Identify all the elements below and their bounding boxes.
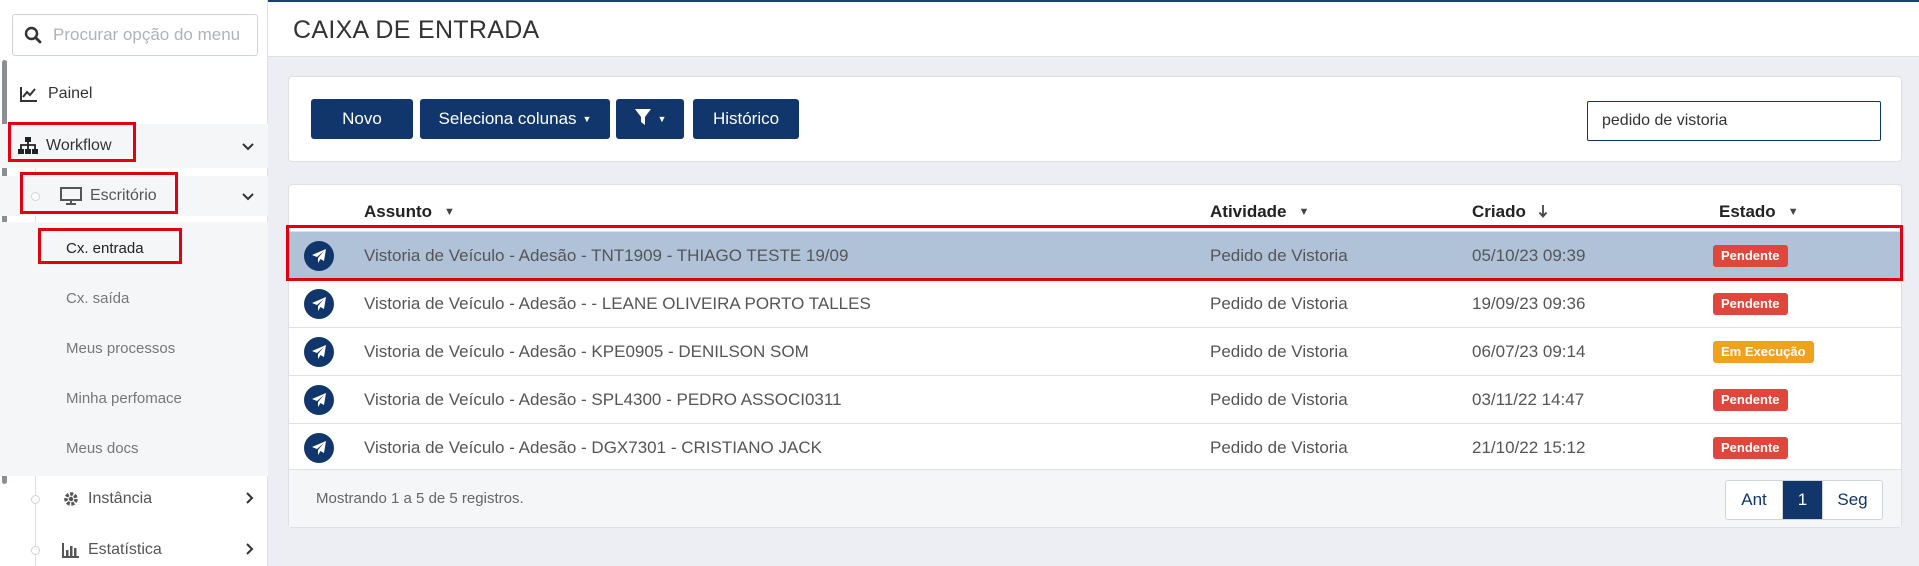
column-header-label: Criado (1472, 202, 1526, 221)
chevron-down-icon (242, 138, 254, 154)
table-row[interactable]: Vistoria de Veículo - Adesão - SPL4300 -… (289, 375, 1901, 423)
row-icon-cell (303, 280, 335, 328)
table-footer: Mostrando 1 a 5 de 5 registros. Ant 1 Se… (289, 469, 1901, 527)
cell-atividade: Pedido de Vistoria (1210, 438, 1348, 457)
submenu-item-meus-processos[interactable]: Meus processos (66, 340, 175, 357)
sidebar-item-label: Estatística (88, 541, 162, 558)
row-icon-cell (303, 328, 335, 376)
paper-plane-icon (304, 433, 334, 463)
pagination: Ant 1 Seg (1725, 480, 1883, 520)
row-icon-cell (303, 376, 335, 424)
cell-estado: Pendente (1713, 424, 1788, 472)
line-chart-icon (20, 86, 38, 102)
cell-atividade: Pedido de Vistoria (1210, 342, 1348, 361)
column-header-label: Atividade (1210, 202, 1287, 221)
search-icon (13, 26, 53, 44)
row-icon-cell (303, 424, 335, 472)
tree-node-dot (31, 546, 40, 555)
sidebar-item-estatistica[interactable]: Estatística (0, 535, 268, 565)
caret-down-icon: ▼ (582, 114, 592, 124)
table-row[interactable]: Vistoria de Veículo - Adesão - DGX7301 -… (289, 423, 1901, 471)
sidebar-item-label: Instância (88, 490, 153, 507)
column-header-estado[interactable]: Estado ▼ (1719, 197, 1799, 227)
toolbar-panel: Novo Seleciona colunas ▼ ▼ Histórico ped… (288, 76, 1902, 162)
cell-assunto: Vistoria de Veículo - Adesão - DGX7301 -… (364, 438, 822, 457)
chevron-right-icon (246, 542, 254, 558)
cell-criado: 06/07/23 09:14 (1472, 342, 1586, 361)
column-header-assunto[interactable]: Assunto ▼ (364, 197, 455, 227)
sidebar-item-label: Painel (48, 85, 93, 102)
tree-node-dot (31, 495, 40, 504)
cell-assunto: Vistoria de Veículo - Adesão - - LEANE O… (364, 294, 871, 313)
status-badge: Em Execução (1713, 341, 1814, 363)
cell-assunto: Vistoria de Veículo - Adesão - SPL4300 -… (364, 390, 842, 409)
status-badge: Pendente (1713, 389, 1788, 411)
paper-plane-icon (304, 337, 334, 367)
cell-estado: Pendente (1713, 280, 1788, 328)
column-header-label: Estado (1719, 202, 1776, 221)
pagination-prev-button[interactable]: Ant (1726, 481, 1782, 519)
cell-criado: 21/10/22 15:12 (1472, 438, 1586, 457)
column-header-atividade[interactable]: Atividade ▼ (1210, 197, 1309, 227)
column-header-label: Assunto (364, 202, 432, 221)
pagination-page-button[interactable]: 1 (1782, 481, 1822, 519)
page-header: CAIXA DE ENTRADA (268, 2, 1919, 57)
sidebar: Painel Workflow Escritório Cx. entrada C… (0, 0, 268, 566)
records-info: Mostrando 1 a 5 de 5 registros. (316, 490, 524, 507)
filter-icon (634, 108, 652, 131)
paper-plane-icon (304, 385, 334, 415)
annotation-highlight-selected-row (286, 225, 1903, 281)
cell-criado: 19/09/23 09:36 (1472, 294, 1586, 313)
table-search-input[interactable]: pedido de vistoria (1587, 101, 1881, 141)
column-header-criado[interactable]: Criado (1472, 197, 1548, 227)
cell-estado: Pendente (1713, 376, 1788, 424)
bar-chart-icon (62, 542, 80, 558)
table-row[interactable]: Vistoria de Veículo - Adesão - - LEANE O… (289, 279, 1901, 327)
pagination-next-button[interactable]: Seg (1822, 481, 1882, 519)
page-title: CAIXA DE ENTRADA (293, 16, 540, 44)
sort-caret-icon: ▼ (1298, 206, 1310, 218)
annotation-highlight-cx-entrada (38, 228, 182, 264)
sort-caret-icon: ▼ (444, 206, 455, 218)
sidebar-item-instancia[interactable]: Instância (0, 484, 268, 514)
submenu-item-cx-saida[interactable]: Cx. saída (66, 290, 129, 307)
submenu-item-meus-docs[interactable]: Meus docs (66, 440, 139, 457)
chevron-down-icon (242, 188, 254, 204)
filter-button[interactable]: ▼ (616, 99, 684, 139)
cell-estado: Em Execução (1713, 328, 1814, 376)
history-button[interactable]: Histórico (693, 99, 799, 139)
select-columns-label: Seleciona colunas (438, 109, 577, 128)
cell-assunto: Vistoria de Veículo - Adesão - KPE0905 -… (364, 342, 809, 361)
sidebar-item-painel[interactable]: Painel (0, 78, 268, 110)
new-button[interactable]: Novo (311, 99, 413, 139)
menu-search-input[interactable] (53, 25, 253, 45)
select-columns-button[interactable]: Seleciona colunas ▼ (420, 99, 610, 139)
status-badge: Pendente (1713, 437, 1788, 459)
gear-icon (62, 490, 80, 508)
sort-caret-icon: ▼ (1787, 206, 1799, 218)
chevron-right-icon (246, 491, 254, 507)
annotation-highlight-workflow (8, 122, 136, 162)
status-badge: Pendente (1713, 293, 1788, 315)
cell-atividade: Pedido de Vistoria (1210, 390, 1348, 409)
sort-arrow-down-icon (1538, 204, 1548, 221)
paper-plane-icon (304, 289, 334, 319)
table-row[interactable]: Vistoria de Veículo - Adesão - KPE0905 -… (289, 327, 1901, 375)
annotation-highlight-escritorio (20, 172, 178, 214)
cell-criado: 03/11/22 14:47 (1472, 390, 1585, 409)
submenu-item-minha-perfomace[interactable]: Minha perfomace (66, 390, 182, 407)
cell-atividade: Pedido de Vistoria (1210, 294, 1348, 313)
caret-down-icon: ▼ (657, 114, 667, 124)
menu-search-box[interactable] (12, 14, 258, 56)
